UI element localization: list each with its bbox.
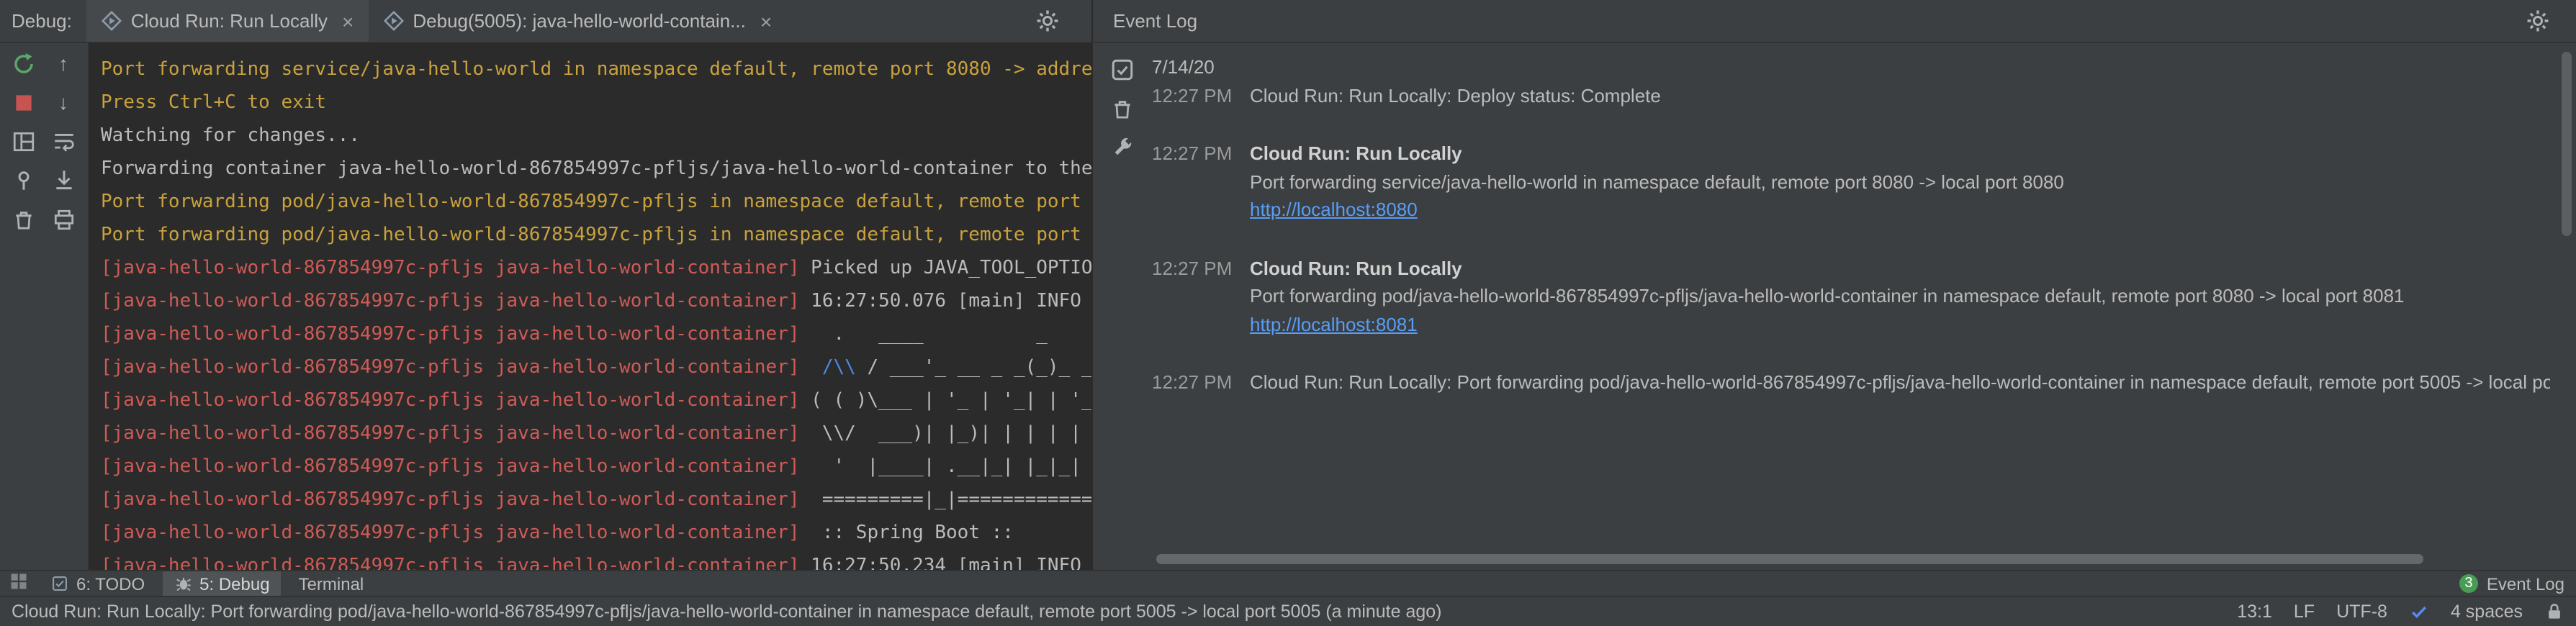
tab-label: Terminal <box>299 573 364 594</box>
tool-window-switcher-icon[interactable] <box>9 571 33 596</box>
debug-bug-icon <box>174 574 192 593</box>
event-log-entry: 12:27 PMCloud Run: Run LocallyPort forwa… <box>1152 254 2550 338</box>
debug-tab-bar: Debug: Cloud Run: Run Locally × Debug(50… <box>0 0 1091 43</box>
console-line: Press Ctrl+C to exit <box>101 86 1091 119</box>
event-title: Cloud Run: Run Locally <box>1250 140 2550 168</box>
tab-debug[interactable]: 5: Debug <box>162 571 281 596</box>
console-line: [java-hello-world-867854997c-pfljs java-… <box>101 384 1091 417</box>
cloud-run-icon <box>101 10 122 32</box>
tab-terminal[interactable]: Terminal <box>287 571 376 596</box>
event-time: 12:27 PM <box>1152 140 1250 224</box>
event-time: 12:27 PM <box>1152 254 1250 338</box>
encoding[interactable]: UTF-8 <box>2336 602 2387 622</box>
tab-todo[interactable]: 6: TODO <box>39 571 156 596</box>
console-line: Port forwarding service/java-hello-world… <box>101 53 1091 86</box>
caret-position[interactable]: 13:1 <box>2237 602 2272 622</box>
event-log-entry: 12:27 PMCloud Run: Run LocallyPort forwa… <box>1152 140 2550 224</box>
console-line: [java-hello-world-867854997c-pfljs java-… <box>101 517 1091 550</box>
event-log-button[interactable]: 3 Event Log <box>2459 573 2567 594</box>
soft-wrap-icon[interactable] <box>51 130 76 154</box>
console-line: [java-hello-world-867854997c-pfljs java-… <box>101 550 1091 570</box>
event-content: Cloud Run: Run Locally: Port forwarding … <box>1250 368 2550 396</box>
event-log-content[interactable]: 7/14/20 12:27 PMCloud Run: Run Locally: … <box>1152 43 2576 570</box>
scroll-to-end-icon[interactable] <box>51 168 76 193</box>
event-title: Cloud Run: Run Locally <box>1250 254 2550 282</box>
lock-icon[interactable] <box>2544 602 2564 622</box>
tab-label: 5: Debug <box>199 573 269 594</box>
cloud-run-icon <box>382 10 404 32</box>
console-line: [java-hello-world-867854997c-pfljs java-… <box>101 417 1091 450</box>
console-line: [java-hello-world-867854997c-pfljs java-… <box>101 450 1091 484</box>
event-content: Cloud Run: Run Locally: Deploy status: C… <box>1250 81 2550 109</box>
event-text: Cloud Run: Run Locally: Port forwarding … <box>1250 368 2550 396</box>
event-log-entry: 12:27 PMCloud Run: Run Locally: Deploy s… <box>1152 81 2550 109</box>
console-line: Port forwarding pod/java-hello-world-867… <box>101 186 1091 219</box>
event-log-date: 7/14/20 <box>1152 53 2550 81</box>
stop-icon[interactable] <box>11 91 35 115</box>
console-output[interactable]: Port forwarding service/java-hello-world… <box>89 43 1091 570</box>
console-line: [java-hello-world-867854997c-pfljs java-… <box>101 318 1091 351</box>
event-log-toolbar <box>1091 43 1152 570</box>
status-bar: Cloud Run: Run Locally: Port forwarding … <box>0 596 2576 626</box>
indent-setting[interactable]: 4 spaces <box>2451 602 2523 622</box>
step-up-icon[interactable]: ↑ <box>51 52 76 76</box>
tab-label: Cloud Run: Run Locally <box>131 10 328 32</box>
debug-label: Debug: <box>0 10 86 32</box>
clear-all-icon[interactable] <box>1110 96 1135 121</box>
horizontal-scrollbar[interactable] <box>1156 554 2423 564</box>
todo-icon <box>50 574 69 593</box>
event-content: Cloud Run: Run LocallyPort forwarding se… <box>1250 140 2550 224</box>
event-log-entries: 12:27 PMCloud Run: Run Locally: Deploy s… <box>1152 81 2550 396</box>
tool-window-bar: 6: TODO 5: Debug Terminal 3 Event Log <box>0 570 2576 596</box>
console-line: Port forwarding pod/java-hello-world-867… <box>101 219 1091 252</box>
line-separator[interactable]: LF <box>2294 602 2315 622</box>
settings-gear-icon[interactable] <box>1035 9 1060 33</box>
debug-toolbar: ↑ ↓ <box>0 43 89 570</box>
close-icon[interactable]: × <box>760 11 772 31</box>
vertical-scrollbar[interactable] <box>2562 52 2572 236</box>
event-log-button-label: Event Log <box>2487 573 2564 594</box>
event-body: Port forwarding pod/java-hello-world-867… <box>1250 282 2550 310</box>
console-line: [java-hello-world-867854997c-pfljs java-… <box>101 351 1091 384</box>
event-log-title: Event Log <box>1093 10 1197 32</box>
event-text: Cloud Run: Run Locally: Deploy status: C… <box>1250 81 2550 109</box>
event-log-entry: 12:27 PMCloud Run: Run Locally: Port for… <box>1152 368 2550 396</box>
event-body: Port forwarding service/java-hello-world… <box>1250 168 2550 196</box>
pin-icon[interactable] <box>11 168 35 193</box>
settings-gear-icon[interactable] <box>2526 9 2550 33</box>
console-line: Forwarding container java-hello-world-86… <box>101 153 1091 186</box>
print-icon[interactable] <box>51 207 76 232</box>
event-time: 12:27 PM <box>1152 368 1250 396</box>
clear-all-icon[interactable] <box>11 207 35 232</box>
step-down-icon[interactable]: ↓ <box>51 91 76 115</box>
settings-wrench-icon[interactable] <box>1110 135 1135 160</box>
console-line: [java-hello-world-867854997c-pfljs java-… <box>101 484 1091 517</box>
tab-label: 6: TODO <box>76 573 145 594</box>
event-link[interactable]: http://localhost:8080 <box>1250 196 2550 224</box>
event-log-header: Event Log <box>1091 0 2576 43</box>
console-line: [java-hello-world-867854997c-pfljs java-… <box>101 285 1091 318</box>
notification-badge: 3 <box>2459 574 2478 593</box>
close-icon[interactable]: × <box>342 11 353 31</box>
console-line: Watching for changes... <box>101 119 1091 153</box>
tab-debug-5005[interactable]: Debug(5005): java-hello-world-contain...… <box>368 0 786 42</box>
tab-label: Debug(5005): java-hello-world-contain... <box>413 10 745 32</box>
checkmark-icon[interactable] <box>2409 602 2429 622</box>
rerun-icon[interactable] <box>11 52 35 76</box>
tab-cloud-run-locally[interactable]: Cloud Run: Run Locally × <box>86 0 369 42</box>
console-line: [java-hello-world-867854997c-pfljs java-… <box>101 252 1091 285</box>
ide-window: Debug: Cloud Run: Run Locally × Debug(50… <box>0 0 2576 626</box>
event-content: Cloud Run: Run LocallyPort forwarding po… <box>1250 254 2550 338</box>
status-message: Cloud Run: Run Locally: Port forwarding … <box>12 602 2214 622</box>
mark-read-icon[interactable] <box>1110 58 1135 82</box>
event-link[interactable]: http://localhost:8081 <box>1250 310 2550 338</box>
restore-layout-icon[interactable] <box>11 130 35 154</box>
event-time: 12:27 PM <box>1152 81 1250 109</box>
